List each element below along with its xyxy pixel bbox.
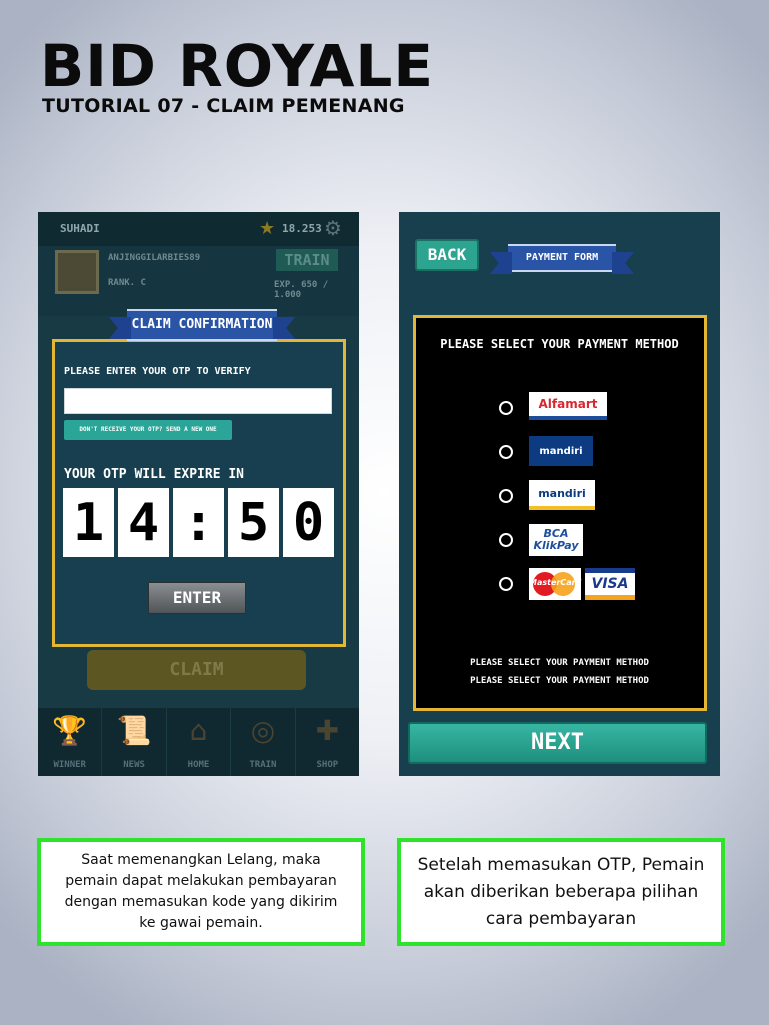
visa-logo: VISA [585,568,635,600]
payment-footer-note: PLEASE SELECT YOUR PAYMENT METHOD [470,676,649,686]
payment-heading: PLEASE SELECT YOUR PAYMENT METHOD [440,337,679,351]
caption-left: Saat memenangkan Lelang, maka pemain dap… [37,838,365,946]
otp-expire-label: YOUR OTP WILL EXPIRE IN [64,467,245,482]
nav-label: SHOP [316,760,339,770]
nav-item-train[interactable]: ◎ TRAIN [231,708,296,776]
payment-method-panel [413,315,707,711]
claim-screen: SUHADI ★ 18.253 ⚙ ANJINGGILARBIES89 RANK… [38,212,359,776]
exp-label: EXP. 650 / 1.000 [274,280,329,300]
player-name: SUHADI [60,222,100,235]
back-button[interactable]: BACK [415,239,479,271]
timer-digit: 4 [118,488,169,557]
page-subtitle: TUTORIAL 07 - CLAIM PEMENANG [42,95,405,117]
timer-separator: : [173,488,224,557]
next-button[interactable]: NEXT [408,722,707,764]
nav-item-shop[interactable]: ✚ SHOP [296,708,359,776]
mastercard-logo: MasterCard [529,568,581,600]
otp-prompt: PLEASE ENTER YOUR OTP TO VERIFY [64,366,251,377]
resend-otp-button[interactable]: DON'T RECEIVE YOUR OTP? SEND A NEW ONE [64,420,232,440]
username: ANJINGGILARBIES89 [108,253,201,263]
card-logos: MasterCard VISA [529,568,639,600]
enter-button[interactable]: ENTER [148,582,246,614]
caption-left-text: Saat memenangkan Lelang, maka pemain dap… [64,852,338,931]
rank-label: RANK. C [108,278,146,288]
radio-button[interactable] [499,445,513,459]
nav-item-news[interactable]: 📜 NEWS [102,708,167,776]
train-button[interactable]: TRAIN [276,249,338,271]
page-title: BID ROYALE [40,32,434,100]
payment-form-title: PAYMENT FORM [508,244,616,272]
claim-button[interactable]: CLAIM [87,650,306,690]
nav-item-home[interactable]: ⌂ HOME [167,708,232,776]
dialog-title: CLAIM CONFIRMATION [127,309,277,341]
caption-right-text: Setelah memasukan OTP, Pemain akan diber… [417,854,705,929]
timer-digit: 5 [228,488,279,557]
timer-digit: 0 [283,488,334,557]
radio-button[interactable] [499,401,513,415]
mastercard-label: MasterCard [529,578,582,587]
payment-screen: BACK PAYMENT FORM PLEASE SELECT YOUR PAY… [399,212,720,776]
bottom-nav: 🏆 WINNER 📜 NEWS ⌂ HOME ◎ TRAIN ✚ SHOP [38,708,359,776]
otp-input[interactable] [64,388,332,414]
klikpay-label: KlikPay [533,539,579,552]
scroll-icon: 📜 [116,714,152,747]
trophy-icon: 🏆 [52,714,88,747]
alfamart-logo: Alfamart [529,392,607,420]
coin-balance: 18.253 [282,222,322,235]
shop-icon: ✚ [315,714,340,747]
mandiri-logo: mandiri [529,480,595,510]
timer-digit: 1 [63,488,114,557]
otp-timer: 1 4 : 5 0 [63,488,334,557]
star-icon: ★ [259,218,276,239]
home-icon: ⌂ [189,714,208,747]
nav-label: TRAIN [249,760,277,770]
bca-klikpay-logo: BCA KlikPay [529,524,583,556]
radio-button[interactable] [499,489,513,503]
caption-right: Setelah memasukan OTP, Pemain akan diber… [397,838,725,946]
avatar [55,250,99,294]
gear-icon[interactable]: ⚙ [324,216,342,240]
mandiri-ecash-logo: mandiri [529,436,593,466]
nav-label: WINNER [53,760,86,770]
radio-button[interactable] [499,577,513,591]
radio-button[interactable] [499,533,513,547]
payment-footer-note: PLEASE SELECT YOUR PAYMENT METHOD [470,658,649,668]
target-icon: ◎ [250,714,276,747]
nav-label: NEWS [123,760,145,770]
nav-item-winner[interactable]: 🏆 WINNER [38,708,103,776]
nav-label: HOME [187,760,210,770]
